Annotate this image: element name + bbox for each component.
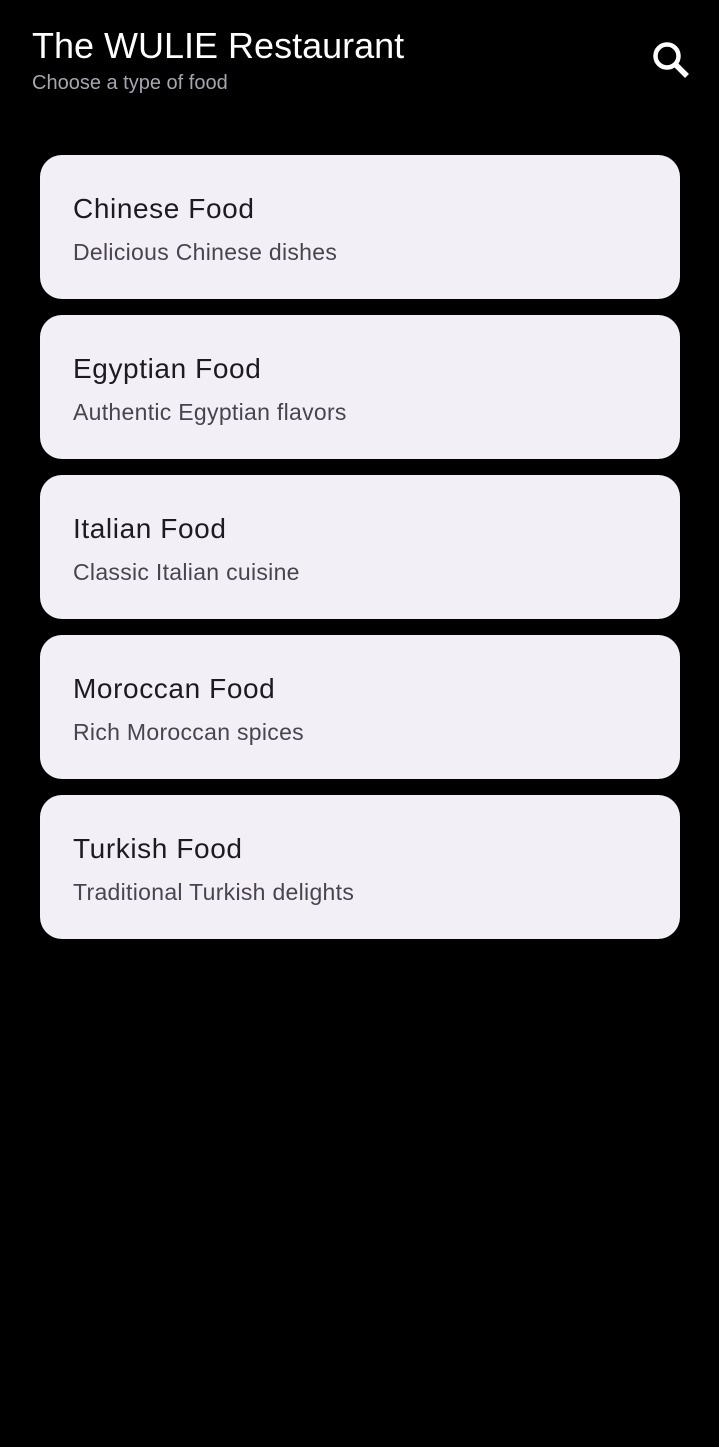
food-card-title: Chinese Food [73,193,255,224]
search-button[interactable] [640,30,700,90]
app-bar: The WULIE Restaurant Choose a type of fo… [0,0,719,120]
food-card-description: Classic Italian cuisine [73,559,300,585]
food-card-chinese[interactable]: Chinese Food Delicious Chinese dishes [40,155,680,299]
food-card-title: Moroccan Food [73,673,276,704]
app-subtitle: Choose a type of food [32,72,228,94]
food-card-title: Italian Food [73,513,227,544]
search-icon [653,42,689,78]
food-card-description: Delicious Chinese dishes [73,239,338,265]
food-card-description: Traditional Turkish delights [73,879,355,905]
food-type-list: Chinese Food Delicious Chinese dishes Eg… [40,155,680,955]
food-card-turkish[interactable]: Turkish Food Traditional Turkish delight… [40,795,680,939]
food-card-egyptian[interactable]: Egyptian Food Authentic Egyptian flavors [40,315,680,459]
app-title: The WULIE Restaurant [32,25,405,66]
food-card-description: Authentic Egyptian flavors [73,399,347,425]
food-card-title: Turkish Food [73,833,243,864]
food-card-italian[interactable]: Italian Food Classic Italian cuisine [40,475,680,619]
food-card-description: Rich Moroccan spices [73,719,304,745]
food-card-title: Egyptian Food [73,353,262,384]
food-card-moroccan[interactable]: Moroccan Food Rich Moroccan spices [40,635,680,779]
